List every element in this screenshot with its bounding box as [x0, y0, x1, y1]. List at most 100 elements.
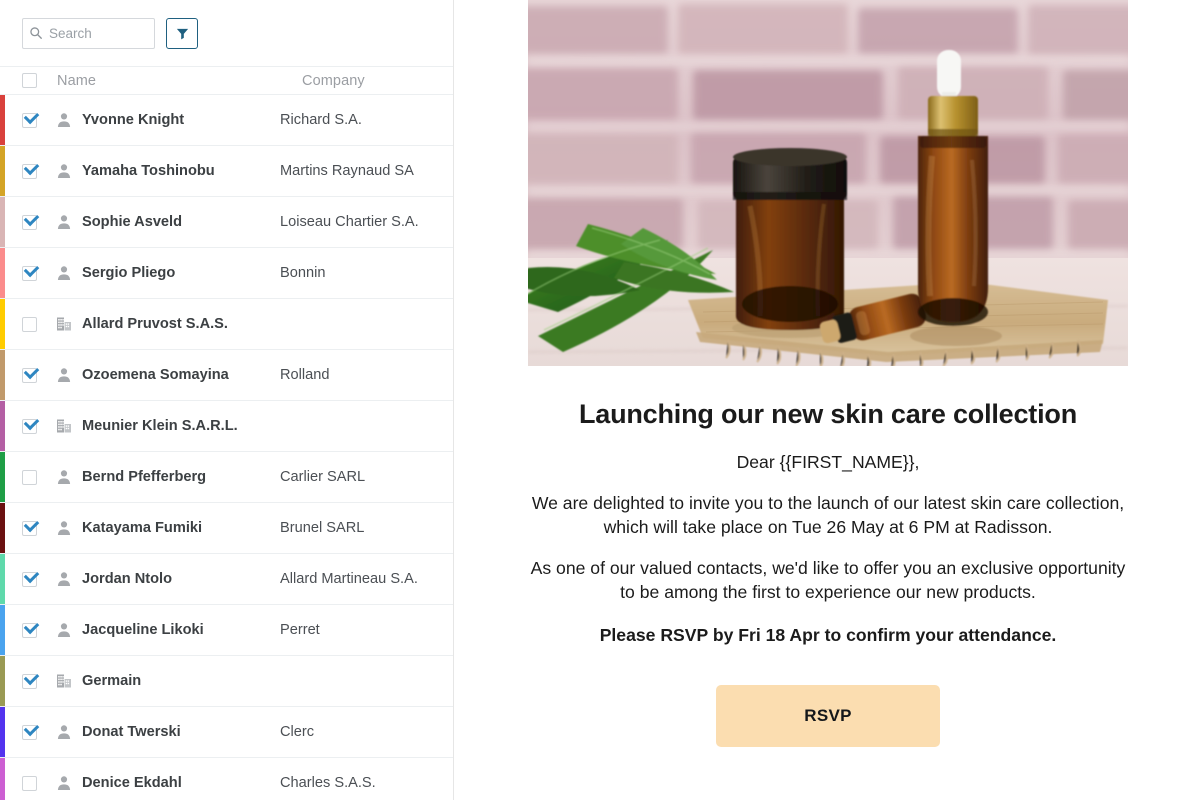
row-checkbox[interactable] — [22, 316, 37, 332]
contact-list-panel: Name Company Yvonne Knight Richard S.A. Ya… — [0, 0, 454, 800]
email-salutation: Dear {{FIRST_NAME}}, — [736, 451, 920, 472]
table-row[interactable]: Yvonne Knight Richard S.A. — [0, 95, 453, 146]
row-checkbox[interactable] — [22, 673, 37, 689]
person-icon — [56, 367, 72, 383]
person-icon — [57, 266, 71, 280]
row-name: Denice Ekdahl — [82, 775, 182, 791]
search-box[interactable] — [22, 17, 155, 49]
row-checkbox[interactable] — [22, 622, 37, 638]
row-company: Charles S.A.S. — [280, 775, 376, 791]
row-color-tag — [0, 197, 5, 247]
table-row[interactable]: Bernd Pfefferberg Carlier SARL — [0, 452, 453, 503]
person-icon — [57, 215, 71, 229]
row-checkbox[interactable] — [22, 724, 37, 740]
email-body: Launching our new skin care collection D… — [528, 366, 1128, 748]
row-color-tag — [0, 656, 5, 706]
table-row[interactable]: Jordan Ntolo Allard Martineau S.A. — [0, 554, 453, 605]
row-checkbox[interactable] — [22, 469, 37, 485]
row-name: Yvonne Knight — [82, 112, 185, 128]
person-icon — [57, 368, 71, 382]
row-name: Jordan Ntolo — [82, 571, 172, 587]
row-company: Loiseau Chartier S.A. — [280, 214, 419, 230]
search-input[interactable] — [49, 25, 148, 41]
person-icon — [56, 265, 72, 281]
email-hero-image — [528, 0, 1128, 366]
person-icon — [57, 113, 71, 127]
table-row[interactable]: Sergio Pliego Bonnin — [0, 248, 453, 299]
row-checkbox[interactable] — [22, 112, 37, 128]
column-header-company: Company — [302, 72, 365, 89]
row-name: Donat Twerski — [82, 724, 181, 740]
person-icon — [56, 163, 72, 179]
person-icon — [57, 164, 71, 178]
table-row[interactable]: Germain — [0, 656, 453, 707]
contact-mailing-screen: Name Company Yvonne Knight Richard S.A. Ya… — [0, 0, 1200, 800]
email-preview-panel: Launching our new skin care collection D… — [454, 0, 1200, 800]
row-company: Martins Raynaud SA — [280, 163, 414, 179]
table-row[interactable]: Allard Pruvost S.A.S. — [0, 299, 453, 350]
row-checkbox[interactable] — [22, 418, 37, 434]
row-name: Sophie Asveld — [82, 214, 183, 230]
row-name: Allard Pruvost S.A.S. — [82, 316, 228, 332]
row-checkbox[interactable] — [22, 265, 37, 281]
table-row[interactable]: Jacqueline Likoki Perret — [0, 605, 453, 656]
table-row[interactable]: Ozoemena Somayina Rolland — [0, 350, 453, 401]
row-company: Brunel SARL — [280, 520, 365, 536]
list-toolbar — [0, 0, 453, 66]
row-company: Perret — [280, 622, 320, 638]
row-color-tag — [0, 503, 5, 553]
row-checkbox[interactable] — [22, 163, 37, 179]
filter-button[interactable] — [166, 17, 198, 49]
row-color-tag — [0, 248, 5, 298]
row-name: Sergio Pliego — [82, 265, 176, 281]
company-building-icon — [56, 316, 72, 332]
rsvp-button[interactable]: RSVP — [716, 685, 940, 748]
person-icon — [56, 622, 72, 638]
table-row[interactable]: Yamaha Toshinobu Martins Raynaud SA — [0, 146, 453, 197]
company-building-icon — [56, 418, 72, 434]
row-checkbox[interactable] — [22, 571, 37, 587]
row-name: Yamaha Toshinobu — [82, 163, 215, 179]
person-icon — [57, 776, 71, 790]
row-name: Jacqueline Likoki — [82, 622, 204, 638]
person-icon — [56, 775, 72, 791]
email-paragraph-2: As one of our valued contacts, we'd like… — [530, 558, 1126, 603]
row-color-tag — [0, 95, 5, 145]
person-icon — [57, 725, 71, 739]
table-row[interactable]: Donat Twerski Clerc — [0, 707, 453, 758]
skincare-product-photo — [528, 0, 1128, 366]
table-row[interactable]: Denice Ekdahl Charles S.A.S. — [0, 758, 453, 800]
column-header-name: Name — [57, 72, 97, 89]
row-company: Clerc — [280, 724, 315, 740]
search-icon — [30, 27, 42, 39]
list-column-header: Name Company — [0, 66, 453, 95]
company-building-icon — [56, 673, 72, 689]
contact-rows: Yvonne Knight Richard S.A. Yamaha Toshinob… — [0, 95, 453, 800]
person-icon — [56, 724, 72, 740]
row-checkbox[interactable] — [22, 520, 37, 536]
table-row[interactable]: Meunier Klein S.A.R.L. — [0, 401, 453, 452]
row-checkbox[interactable] — [22, 367, 37, 383]
row-color-tag — [0, 452, 5, 502]
row-name: Germain — [82, 673, 142, 689]
email-paragraph-1: We are delighted to invite you to the la… — [531, 492, 1125, 538]
person-icon — [57, 572, 71, 586]
person-icon — [56, 214, 72, 230]
table-row[interactable]: Katayama Fumiki Brunel SARL — [0, 503, 453, 554]
row-checkbox[interactable] — [22, 214, 37, 230]
table-row[interactable]: Sophie Asveld Loiseau Chartier S.A. — [0, 197, 453, 248]
row-company: Rolland — [280, 367, 330, 383]
row-color-tag — [0, 554, 5, 604]
filter-funnel-icon — [176, 28, 188, 39]
row-checkbox[interactable] — [22, 775, 37, 791]
row-color-tag — [0, 401, 5, 451]
company-building-icon — [57, 419, 71, 433]
person-icon — [57, 470, 71, 484]
company-building-icon — [57, 674, 71, 688]
row-name: Katayama Fumiki — [82, 520, 203, 536]
company-building-icon — [57, 317, 71, 331]
person-icon — [56, 469, 72, 485]
row-color-tag — [0, 350, 5, 400]
select-all-checkbox[interactable] — [22, 73, 37, 88]
row-color-tag — [0, 605, 5, 655]
